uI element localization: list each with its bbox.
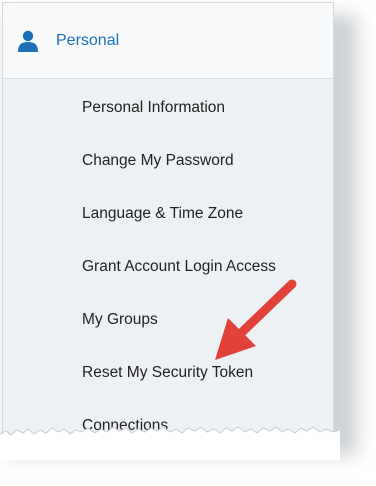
torn-edge [0,426,340,460]
menu-item-grant-account-login-access[interactable]: Grant Account Login Access [3,240,333,293]
personal-settings-panel: Personal Personal Information Change My … [2,2,334,441]
section-title: Personal [56,31,120,49]
screenshot-stage: Personal Personal Information Change My … [0,0,376,486]
menu-item-reset-my-security-token[interactable]: Reset My Security Token [3,346,333,399]
menu-item-personal-information[interactable]: Personal Information [3,81,333,134]
personal-menu: Personal Information Change My Password … [3,81,333,441]
menu-item-my-groups[interactable]: My Groups [3,293,333,346]
menu-item-language-time-zone[interactable]: Language & Time Zone [3,187,333,240]
menu-item-change-my-password[interactable]: Change My Password [3,134,333,187]
personal-section-header[interactable]: Personal [3,3,333,79]
person-icon [18,30,38,52]
